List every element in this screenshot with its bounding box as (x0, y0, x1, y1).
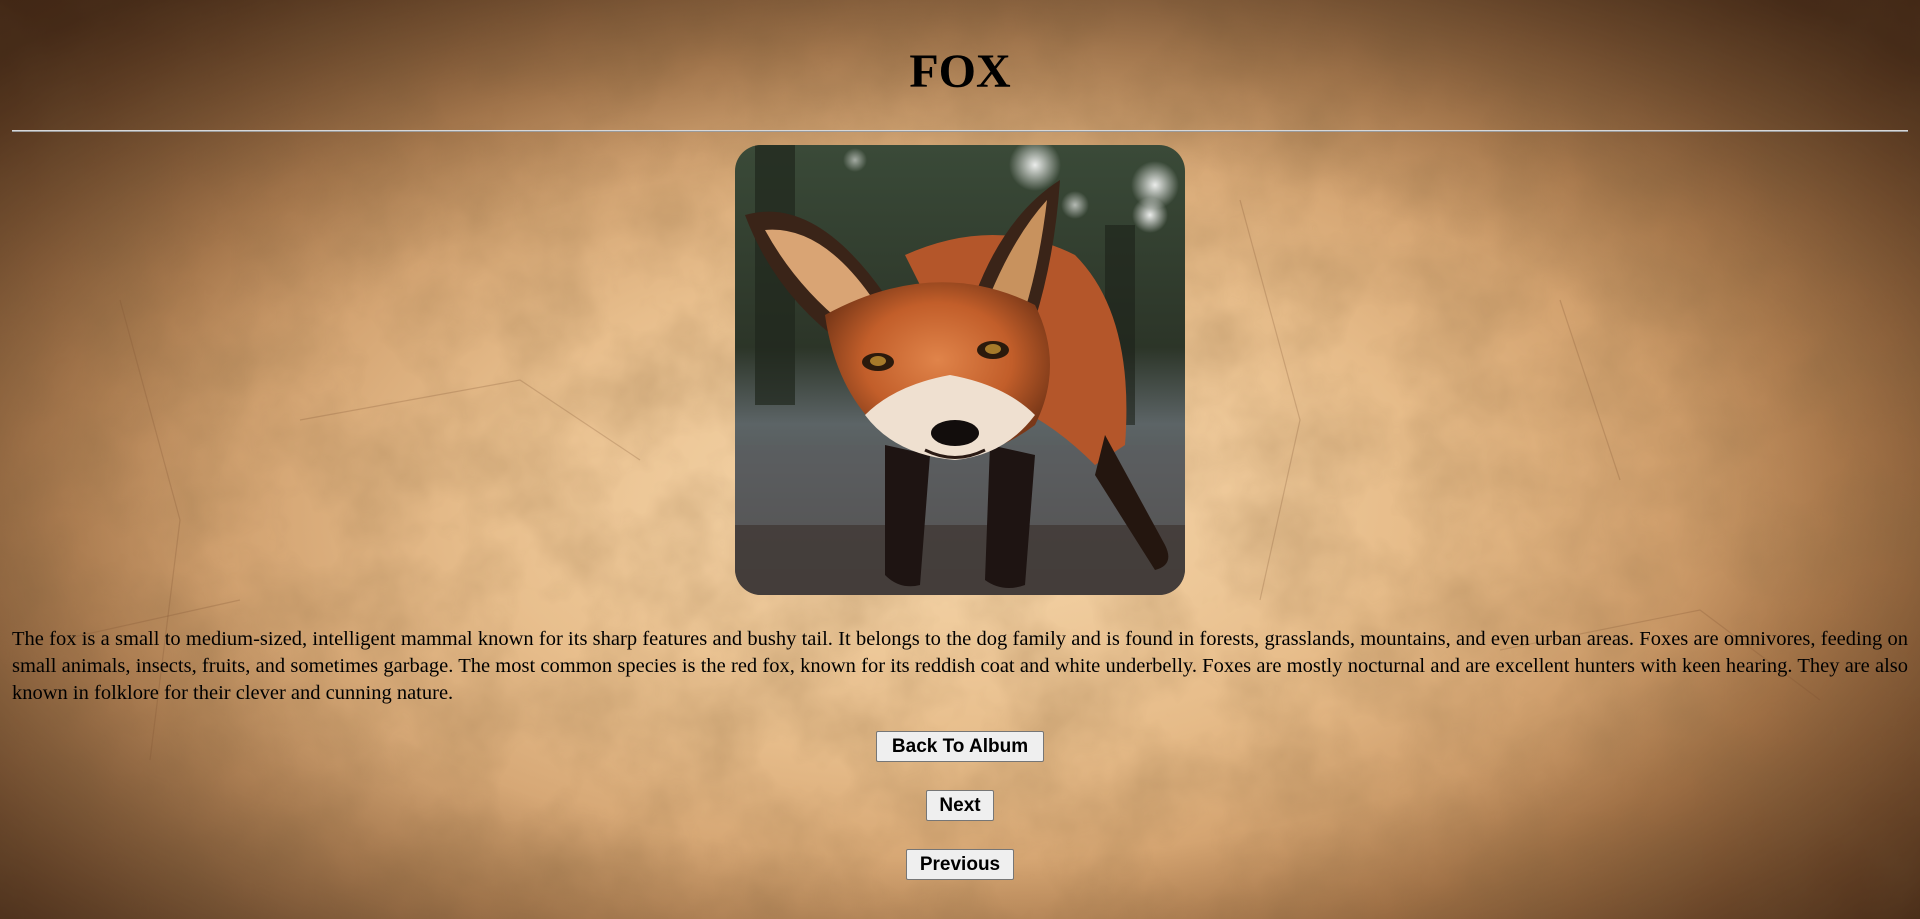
page-title: FOX (909, 45, 1011, 98)
fox-description: The fox is a small to medium-sized, inte… (12, 628, 1908, 704)
fox-photo (735, 145, 1185, 595)
title-divider (12, 130, 1908, 132)
previous-button[interactable]: Previous (906, 849, 1014, 880)
next-button[interactable]: Next (926, 790, 994, 821)
back-to-album-button[interactable]: Back To Album (876, 731, 1044, 762)
